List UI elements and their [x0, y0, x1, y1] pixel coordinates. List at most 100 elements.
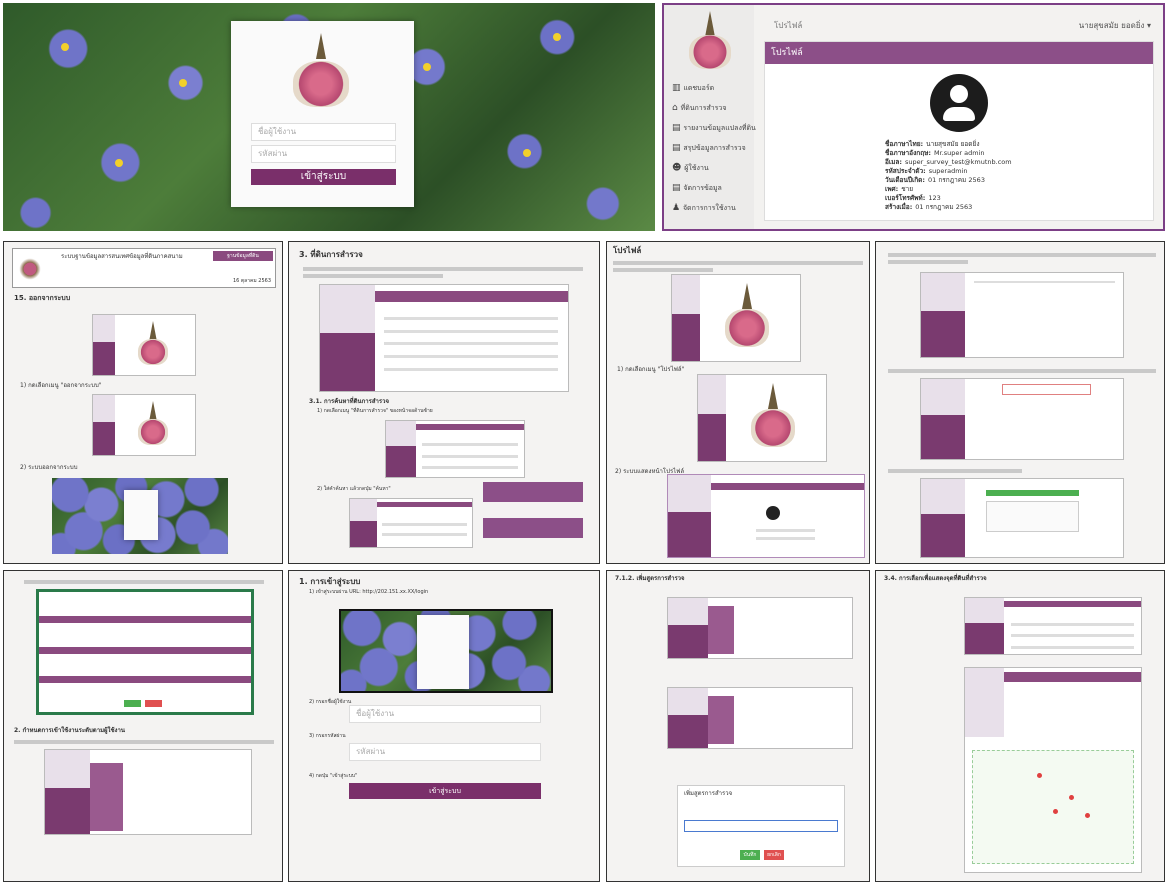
- sidebar-item[interactable]: ♟ จัดการการใช้งาน: [672, 203, 736, 214]
- avatar-icon: [930, 74, 988, 132]
- profile-field-row: รหัสประจำตัว: superadmin: [885, 167, 1145, 176]
- sidebar-item[interactable]: ▤ จัดการข้อมูล: [672, 183, 722, 194]
- doc-search-bar: [483, 482, 583, 502]
- login-button[interactable]: เข้าสู่ระบบ: [251, 169, 396, 185]
- doc-header-table: ระบบฐานข้อมูลสารสนเทศข้อมูลที่ดินภาคสนาม…: [12, 248, 276, 288]
- doc-paragraph: [14, 737, 274, 747]
- map-marker-icon: [1068, 795, 1074, 801]
- doc-page-add-formula: 7.1.2. เพิ่มสูตรการสำรวจ เพิ่มสูตรการสำร…: [606, 570, 870, 882]
- login-screen-photo: ชื่อผู้ใช้งาน รหัสผ่าน เข้าสู่ระบบ: [3, 3, 655, 231]
- doc-header-tag: ฐานข้อมูลที่ดิน: [213, 251, 273, 261]
- doc-screenshot: [319, 284, 569, 392]
- sidebar-item[interactable]: ☻ ผู้ใช้งาน: [672, 163, 709, 174]
- collage: ชื่อผู้ใช้งาน รหัสผ่าน เข้าสู่ระบบ ▥ แดช…: [0, 0, 1168, 885]
- doc-page-survey: 3. ที่ดินการสำรวจ 3.1. การค้นหาที่ดินการ…: [288, 241, 600, 564]
- profile-field-row: สร้างเมื่อ: 01 กรกฎาคม 2563: [885, 203, 1145, 212]
- flower-center-decor: [523, 149, 531, 157]
- doc-step: 3) กรอกรหัสผ่าน: [309, 733, 346, 739]
- doc-search-bar: [483, 518, 583, 538]
- sidebar-item-label: รายงานข้อมูลแปลงที่ดิน: [683, 124, 756, 132]
- profile-field-value: 01 กรกฎาคม 2563: [928, 176, 985, 184]
- chevron-down-icon: ▾: [1146, 21, 1151, 30]
- map-marker-icon: [1053, 808, 1058, 814]
- password-input[interactable]: รหัสผ่าน: [251, 145, 396, 163]
- sidebar-item[interactable]: ▤ สรุปข้อมูลการสำรวจ: [672, 143, 746, 154]
- doc-page-logout: ระบบฐานข้อมูลสารสนเทศข้อมูลที่ดินภาคสนาม…: [3, 241, 283, 564]
- doc-heading: 3.4. การเลือกเพื่อแสดงจุดที่ดินที่สำรวจ: [884, 575, 987, 582]
- doc-password-input: รหัสผ่าน: [349, 743, 541, 761]
- doc-step: 1) กดเลือกเมนู "โปรไฟล์": [617, 366, 685, 373]
- profile-field-row: เพศ: ชาย: [885, 185, 1145, 194]
- profile-fields: ชื่อภาษาไทย: นายสุขสมัย ยอดยิ่ง ชื่อภาษาอั…: [885, 140, 1145, 212]
- users-icon: ☻: [672, 163, 685, 173]
- doc-screenshot: [667, 597, 853, 659]
- doc-heading: 1. การเข้าสู่ระบบ: [299, 577, 361, 586]
- doc-page-profile: โปรไฟล์ 1) กดเลือกเมนู "โปรไฟล์" 2) ระบบ…: [606, 241, 870, 564]
- sidebar-item-label: ที่ดินการสำรวจ: [680, 104, 727, 112]
- doc-step: 2) ใส่คำค้นหา แล้วกดปุ่ม "ค้นหา": [317, 486, 391, 492]
- sidebar-logo: [680, 11, 740, 76]
- doc-paragraph: [613, 258, 863, 275]
- doc-paragraph: [24, 577, 264, 587]
- user-icon: ♟: [672, 203, 683, 213]
- doc-dialog: เพิ่มสูตรการสำรวจ บันทึก ยกเลิก: [677, 785, 845, 867]
- panel-title: โปรไฟล์: [765, 42, 1153, 64]
- doc-screenshot: [964, 597, 1142, 655]
- doc-page-settings: [875, 241, 1165, 564]
- profile-field-label: สร้างเมื่อ:: [885, 203, 913, 211]
- profile-field-row: ชื่อภาษาอังกฤษ: Mr.super admin: [885, 149, 1145, 158]
- doc-paragraph: [888, 466, 1156, 476]
- map-marker-icon: [1037, 773, 1042, 779]
- doc-dialog-input: [684, 820, 838, 832]
- doc-header-title: ระบบฐานข้อมูลสารสนเทศข้อมูลที่ดินภาคสนาม: [61, 253, 183, 260]
- profile-field-row: อีเมล: super_survey_test@kmutnb.com: [885, 158, 1145, 167]
- logo-emblem: [293, 61, 349, 107]
- doc-dialog-cancel: ยกเลิก: [764, 850, 784, 860]
- profile-field-value: superadmin: [928, 167, 968, 175]
- logo-spire: [705, 11, 715, 37]
- sidebar-item-label: จัดการข้อมูล: [683, 184, 722, 192]
- doc-page-permissions: 2. กำหนดการเข้าใช้งานระดับตามผู้ใช้งาน: [3, 570, 283, 882]
- doc-logo: [19, 255, 41, 283]
- logo-spire: [316, 33, 326, 59]
- user-menu-dropdown[interactable]: นายสุขสมัย ยอดยิ่ง ▾: [1079, 19, 1151, 32]
- doc-paragraph: [888, 366, 1156, 376]
- doc-screenshot: [92, 314, 196, 376]
- profile-field-row: เบอร์โทรศัพท์: 123: [885, 194, 1145, 203]
- profile-field-label: วันเดือนปีเกิด:: [885, 176, 925, 184]
- flower-center-decor: [423, 63, 431, 71]
- sidebar-item-label: จัดการการใช้งาน: [682, 204, 736, 212]
- doc-screenshot: [349, 498, 473, 548]
- doc-login-thumbnail: [339, 609, 553, 693]
- file-icon: ▤: [672, 123, 684, 133]
- map-marker-icon: [1084, 813, 1090, 819]
- profile-field-row: ชื่อภาษาไทย: นายสุขสมัย ยอดยิ่ง: [885, 140, 1145, 149]
- profile-panel: โปรไฟล์ ชื่อภาษาไทย: นายสุขสมัย ยอดยิ่ง ชื…: [764, 41, 1154, 221]
- chart-icon: ▥: [672, 83, 684, 93]
- map-area: [972, 749, 1134, 864]
- profile-field-label: รหัสประจำตัว:: [885, 167, 926, 175]
- profile-field-value: 01 กรกฎาคม 2563: [915, 203, 973, 211]
- profile-field-label: เบอร์โทรศัพท์:: [885, 194, 926, 202]
- doc-step: 1) กดเลือกเมนู "ที่ดินการสำรวจ" ของหน้าจ…: [317, 408, 433, 414]
- doc-screenshot: [671, 274, 801, 362]
- doc-dialog-ok: บันทึก: [740, 850, 760, 860]
- profile-field-row: วันเดือนปีเกิด: 01 กรกฎาคม 2563: [885, 176, 1145, 185]
- file-icon: ▤: [672, 183, 684, 193]
- sidebar-item[interactable]: ⌂ ที่ดินการสำรวจ: [672, 103, 726, 114]
- sidebar-item[interactable]: ▥ แดชบอร์ด: [672, 83, 714, 94]
- flower-center-decor: [61, 43, 69, 51]
- home-icon: ⌂: [672, 103, 681, 113]
- doc-screenshot: [920, 272, 1124, 358]
- sidebar-item[interactable]: ▤ รายงานข้อมูลแปลงที่ดิน: [672, 123, 756, 134]
- username-input[interactable]: ชื่อผู้ใช้งาน: [251, 123, 396, 141]
- doc-dialog-title: เพิ่มสูตรการสำรวจ: [684, 790, 733, 797]
- profile-field-value: ชาย: [901, 185, 914, 193]
- avatar-head: [950, 85, 968, 103]
- sidebar-item-label: แดชบอร์ด: [683, 84, 715, 92]
- doc-page-login: 1. การเข้าสู่ระบบ 1) เข้าสู่ระบบผ่าน URL…: [288, 570, 600, 882]
- profile-screen-photo: ▥ แดชบอร์ด ⌂ ที่ดินการสำรวจ ▤ รายงานข้อมูล…: [662, 3, 1165, 231]
- profile-field-label: ชื่อภาษาไทย:: [885, 140, 924, 148]
- profile-field-value: super_survey_test@kmutnb.com: [905, 158, 1012, 166]
- doc-login-thumbnail: [52, 478, 228, 554]
